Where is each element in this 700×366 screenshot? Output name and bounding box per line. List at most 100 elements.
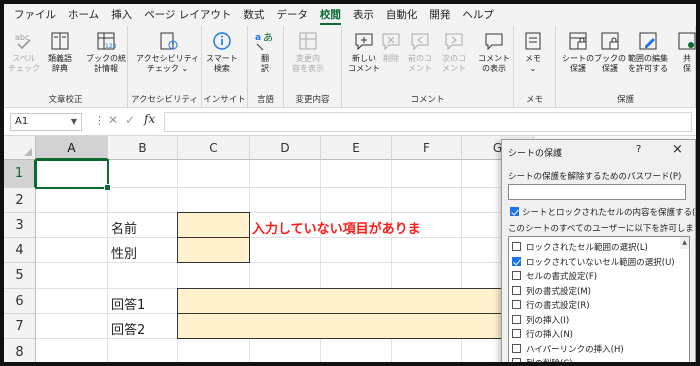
ribbon: abc スペル チェック 類義語 辞典 123 ブックの統 計情報 文章校正 アクセシビリティ チェ… (4, 26, 696, 108)
permission-checkbox[interactable] (512, 300, 521, 309)
menu-tab-9[interactable]: 開発 (423, 4, 456, 26)
cancel-icon[interactable]: ✕ (108, 113, 118, 127)
ribbon-group-2: スマート 検索インサイト (202, 26, 248, 108)
allow-edit-ranges-icon (639, 32, 657, 50)
menu-tab-1[interactable]: ホーム (62, 4, 105, 26)
menu-tab-10[interactable]: ヘルプ (456, 4, 500, 26)
column-header-C[interactable]: C (178, 136, 250, 160)
menu-tab-7[interactable]: 表示 (347, 4, 380, 26)
name-box[interactable]: A1 ▼ (10, 113, 82, 131)
permission-checkbox[interactable] (512, 358, 521, 362)
menu-tab-0[interactable]: ファイル (8, 4, 62, 26)
svg-text:abc: abc (15, 33, 29, 42)
permission-checkbox[interactable] (512, 242, 521, 251)
show-changes-icon (299, 32, 317, 50)
protect-sheet-button[interactable]: シートの 保護 (562, 30, 594, 74)
column-header-D[interactable]: D (250, 136, 321, 160)
ribbon-group-7: シートの 保護 ブックの 保護 範囲の編集 を許可する共保保護 (556, 26, 696, 108)
ribbon-button-label: 共 (683, 54, 691, 63)
row-header-3[interactable]: 3 (4, 213, 36, 238)
accessibility-button[interactable]: アクセシビリティ チェック ⌄ (136, 30, 199, 74)
select-all-button[interactable] (4, 136, 36, 160)
ribbon-button-label: コメント (478, 54, 510, 63)
password-input[interactable] (508, 184, 686, 200)
close-button[interactable]: × (672, 142, 683, 157)
column-header-F[interactable]: F (392, 136, 462, 160)
protect-workbook-button[interactable]: ブックの 保護 (594, 30, 626, 74)
ribbon-button-label: 保護 (602, 64, 618, 73)
cell-label-B6: 回答1 (111, 297, 146, 313)
row-header-1[interactable]: 1 (4, 160, 36, 188)
row-header-8[interactable]: 8 (4, 339, 36, 362)
ribbon-group-label: メモ (525, 95, 543, 105)
permission-checkbox[interactable] (512, 285, 521, 295)
new-comment-button[interactable]: 新しい コメント (348, 30, 380, 74)
ribbon-group-label: 保護 (616, 95, 634, 105)
insert-function-button[interactable]: fx (144, 112, 155, 126)
thesaurus-button[interactable]: 類義語 辞典 (48, 30, 72, 74)
ribbon-group-label: インサイト (203, 95, 246, 105)
cell-label-B4: 性別 (111, 246, 138, 262)
show-comments-button[interactable]: コメント の表示 (478, 30, 510, 74)
svg-text:123: 123 (105, 43, 117, 50)
ribbon-button-label: 次のコ (442, 54, 466, 63)
ribbon-button-label: メモ (525, 54, 541, 63)
menu-tab-6[interactable]: 校閲 (314, 4, 347, 26)
active-cell-cursor[interactable] (35, 159, 111, 191)
row-header-4[interactable]: 4 (4, 238, 36, 263)
menu-tab-3[interactable]: ページ レイアウト (138, 4, 237, 26)
ribbon-group-5: 新しい コメント 削除 前のコ メント 次のコ メント コメント の表示 コメント (342, 26, 514, 108)
delete-comment-button[interactable]: 削除 (380, 30, 402, 64)
notes-icon (525, 32, 541, 50)
column-header-A[interactable]: A (36, 136, 108, 160)
permission-checkbox[interactable] (512, 271, 521, 280)
answer-input-cell[interactable] (177, 212, 250, 238)
menu-tab-4[interactable]: 数式 (237, 4, 270, 26)
translate-button[interactable]: aあ翻訳 (254, 30, 276, 74)
column-header-B[interactable]: B (108, 136, 178, 160)
column-header-E[interactable]: E (321, 136, 392, 160)
smart-lookup-button[interactable]: スマート 検索 (206, 30, 238, 74)
share-workbook-button[interactable]: 共保 (676, 30, 696, 74)
spell-check-button[interactable]: abc スペル チェック (8, 30, 40, 74)
ribbon-button-label: 保 (683, 64, 691, 73)
ribbon-button-label: 変更内 (296, 54, 320, 63)
ribbon-button-label: 範囲の編集 (628, 54, 668, 63)
help-button[interactable]: ? (636, 144, 641, 155)
spell-check-icon: abc (15, 33, 31, 50)
notes-button[interactable]: メモ ⌄ (522, 30, 544, 74)
cell-label-B7: 回答2 (111, 322, 146, 338)
menu-tab-2[interactable]: 挿入 (105, 4, 138, 26)
previous-comment-icon (411, 33, 429, 51)
ribbon-button-label: 新しい (352, 54, 376, 63)
formula-input[interactable] (164, 112, 692, 132)
formula-bar: A1 ▼ ⋮ ✕ ✓ fx (4, 108, 696, 136)
scroll-up-icon[interactable]: ▲ (680, 237, 689, 249)
previous-comment-button[interactable]: 前のコ メント (408, 30, 432, 74)
row-header-7[interactable]: 7 (4, 314, 36, 339)
next-comment-button[interactable]: 次のコ メント (442, 30, 466, 74)
enter-icon[interactable]: ✓ (125, 113, 135, 127)
permission-checkbox[interactable] (512, 256, 521, 266)
ribbon-button-label: ブックの (594, 54, 626, 63)
protect-sheet-checkbox[interactable] (510, 207, 519, 216)
menu-tab-8[interactable]: 自動化 (380, 4, 424, 26)
ribbon-group-6: メモ ⌄ メモ (514, 26, 556, 108)
ribbon-button-label: 訳 (261, 64, 269, 73)
permission-label: セルの書式設定(F) (526, 272, 598, 282)
permission-checkbox[interactable] (512, 343, 521, 353)
show-changes-button[interactable]: 変更内 容を表示 (292, 30, 324, 74)
permission-checkbox[interactable] (512, 329, 521, 338)
row-header-5[interactable]: 5 (4, 263, 36, 289)
chevron-down-icon[interactable]: ▼ (71, 114, 77, 130)
permissions-list[interactable]: ▲ ロックされたセル範囲の選択(L) ロックされていないセル範囲の選択(U) セルの… (508, 236, 690, 362)
row-header-6[interactable]: 6 (4, 289, 36, 314)
workbook-statistics-button[interactable]: 123 ブックの統 計情報 (86, 30, 126, 74)
menu-tab-5[interactable]: データ (270, 4, 314, 26)
answer-input-cell[interactable] (177, 237, 250, 263)
more-options-icon[interactable]: ⋮ (94, 114, 105, 127)
permission-checkbox[interactable] (512, 314, 521, 324)
permission-label: ロックされていないセル範囲の選択(U) (526, 257, 675, 268)
row-header-2[interactable]: 2 (4, 188, 36, 213)
allow-edit-ranges-button[interactable]: 範囲の編集 を許可する (628, 30, 668, 74)
